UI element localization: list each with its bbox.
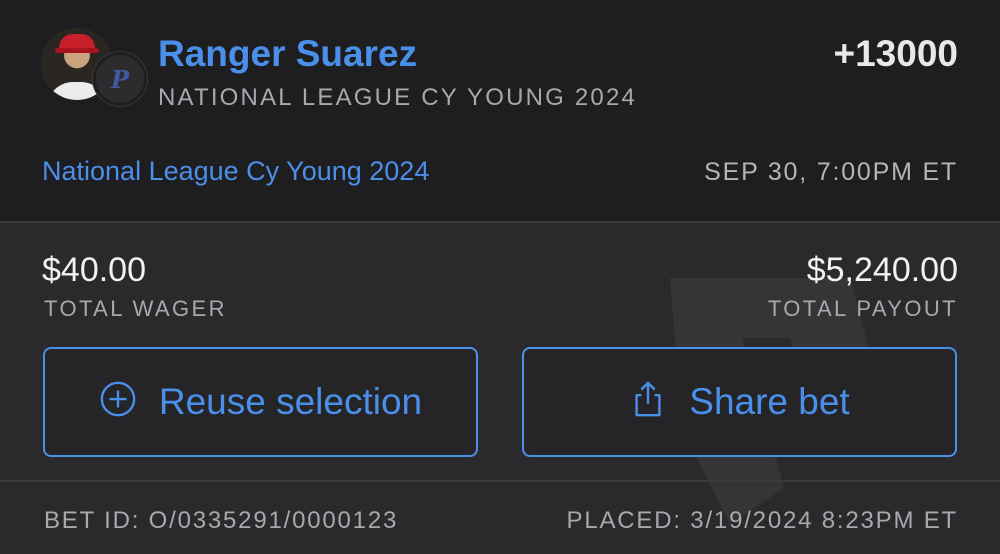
player-avatar-group: P <box>41 28 147 106</box>
reuse-selection-button[interactable]: Reuse selection <box>43 347 478 457</box>
footer-divider <box>0 480 1000 482</box>
market-name: NATIONAL LEAGUE CY YOUNG 2024 <box>158 84 638 111</box>
total-payout-label: TOTAL PAYOUT <box>767 296 958 321</box>
bet-id: BET ID: O/0335291/0000123 <box>44 507 399 534</box>
placed-timestamp: PLACED: 3/19/2024 8:23PM ET <box>566 507 958 534</box>
selection-header: P Ranger Suarez NATIONAL LEAGUE CY YOUNG… <box>0 0 1000 222</box>
team-logo-letter: P <box>110 64 130 94</box>
player-name[interactable]: Ranger Suarez <box>158 33 417 75</box>
total-wager-label: TOTAL WAGER <box>44 296 227 321</box>
total-payout-value: $5,240.00 <box>806 251 958 289</box>
bet-card: P Ranger Suarez NATIONAL LEAGUE CY YOUNG… <box>0 0 1000 554</box>
team-logo-icon: P <box>93 52 147 106</box>
total-wager-value: $40.00 <box>42 251 146 289</box>
reuse-selection-label: Reuse selection <box>158 381 423 422</box>
avatar-cap-brim <box>55 48 99 53</box>
plus-circle-icon <box>100 381 136 417</box>
share-bet-button[interactable]: Share bet <box>522 347 957 457</box>
event-time: SEP 30, 7:00PM ET <box>704 158 958 186</box>
event-link[interactable]: National League Cy Young 2024 <box>42 155 429 187</box>
bet-summary: $40.00 TOTAL WAGER $5,240.00 TOTAL PAYOU… <box>0 223 1000 554</box>
share-bet-label: Share bet <box>689 381 850 422</box>
odds-value: +13000 <box>833 33 959 74</box>
share-icon <box>635 381 661 417</box>
